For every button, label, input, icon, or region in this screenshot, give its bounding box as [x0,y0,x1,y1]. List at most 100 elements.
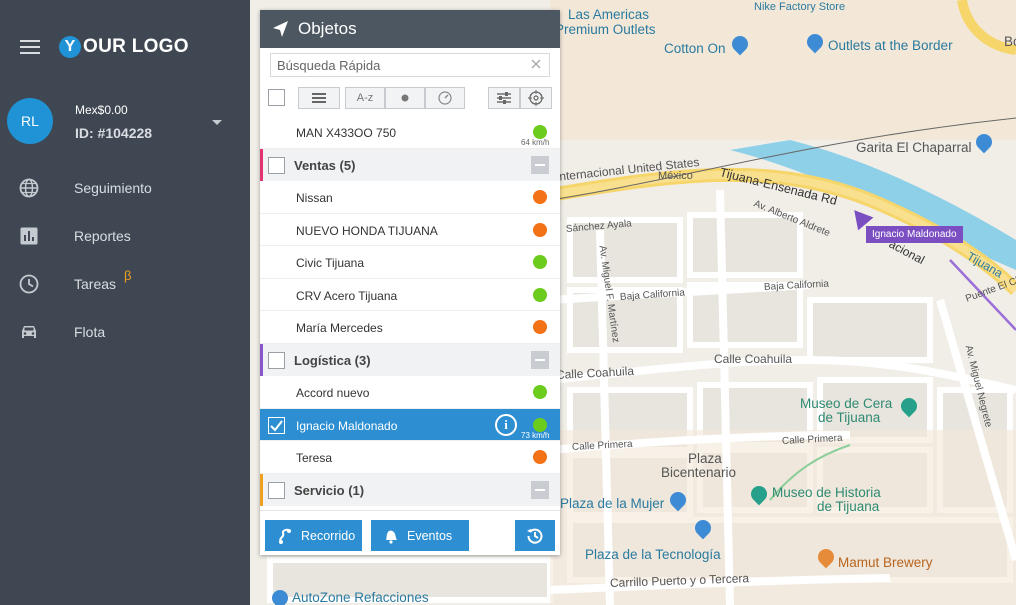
events-button[interactable]: Eventos [371,520,469,551]
poi-label: Bo [1004,34,1016,49]
poi-label[interactable]: Museo de Cera [800,396,892,411]
filter-settings-button[interactable] [488,87,520,109]
status-dot-icon [533,222,547,237]
nav-item-tareas[interactable]: Tareas β [0,264,250,304]
hamburger-menu-icon[interactable] [20,40,40,55]
poi-label[interactable]: Plaza de la Mujer [560,496,664,511]
account-dropdown-caret-icon[interactable] [212,120,222,125]
bell-icon [386,530,397,544]
quick-search-input[interactable] [271,54,521,76]
clock-icon [19,274,39,294]
group-color-bar [260,148,263,181]
sort-alpha-button[interactable]: A-z [345,87,385,109]
list-view-button[interactable] [298,87,340,109]
speedometer-icon [438,91,452,105]
nav-label: Tareas [74,276,117,292]
logo-mark: Y [59,36,81,58]
vehicle-name: NUEVO HONDA TIJUANA [296,223,438,238]
status-dot-icon [533,385,547,399]
select-all-checkbox[interactable] [268,89,285,106]
list-item[interactable]: Nissan [260,181,560,214]
group-checkbox[interactable] [268,156,285,174]
collapse-icon[interactable] [531,480,549,499]
panel-title: Objetos [298,19,357,38]
status-dot-icon [533,417,547,432]
poi-label[interactable]: Premium Outlets [555,22,656,37]
avatar[interactable]: RL [7,98,53,144]
status-filter-button[interactable] [385,87,425,109]
poi-label[interactable]: Outlets at the Border [828,38,953,53]
selected-checkbox[interactable] [268,416,285,434]
sliders-icon [497,92,511,104]
account-id: ID: #104228 [75,125,153,141]
list-lines-icon [312,93,326,103]
poi-label[interactable]: Plaza [688,451,722,466]
logo-text: OUR LOGO [83,36,189,57]
group-checkbox[interactable] [268,351,285,369]
poi-label[interactable]: AutoZone Refacciones [292,590,429,605]
events-label: Eventos [407,528,453,543]
history-icon [527,528,543,544]
collapse-icon[interactable] [531,155,549,174]
bar-chart-icon [20,227,38,245]
vehicle-name: Ignacio Maldonado [296,418,398,433]
list-item[interactable]: CRV Acero Tijuana [260,279,560,311]
objects-list: MAN X433OO 750 64 km/h Ventas (5) Nissan… [260,116,560,506]
group-color-bar [260,343,263,376]
crosshair-icon [528,90,544,106]
clear-search-icon[interactable] [529,57,543,71]
status-dot-icon [401,94,409,102]
list-item[interactable]: Teresa [260,441,560,474]
collapse-icon[interactable] [531,350,549,369]
nav-item-reportes[interactable]: Reportes [0,216,250,256]
nav-label: Seguimiento [74,180,152,196]
poi-label[interactable]: de Tijuana [818,410,880,425]
group-row-logistica[interactable]: Logística (3) [260,343,560,376]
account-balance: Mex$0.00 [75,103,128,117]
group-name: Ventas (5) [294,157,356,173]
group-name: Servicio (1) [294,482,365,498]
info-icon[interactable]: i [495,413,517,436]
route-button[interactable]: Recorrido [265,520,362,551]
sidebar: Y OUR LOGO RL Mex$0.00 ID: #104228 Segui… [0,0,250,605]
poi-label[interactable]: Plaza de la Tecnología [585,547,721,562]
poi-label[interactable]: Mamut Brewery [838,555,933,570]
panel-footer: Recorrido Eventos [260,510,560,555]
status-dot-icon [533,450,547,464]
objects-panel: Objetos A-z MAN X433OO 750 64 km/h [260,10,560,555]
group-row-ventas[interactable]: Ventas (5) [260,148,560,181]
poi-label[interactable]: Cotton On [664,41,726,56]
beta-badge: β [124,268,132,283]
list-item[interactable]: María Mercedes [260,311,560,344]
vehicle-marker-label[interactable]: Ignacio Maldonado [866,226,963,243]
locate-button[interactable] [520,87,552,109]
list-item[interactable]: MAN X433OO 750 64 km/h [260,116,560,149]
speed-filter-button[interactable] [425,87,465,109]
list-item[interactable]: Accord nuevo [260,376,560,409]
vehicle-name: Civic Tijuana [296,256,365,270]
status-dot-icon [533,320,547,334]
poi-label[interactable]: Museo de Historia [772,485,881,500]
nav-item-flota[interactable]: Flota [0,312,250,352]
poi-label[interactable]: Garita El Chaparral [856,140,972,155]
nav-item-seguimiento[interactable]: Seguimiento [0,168,250,208]
list-item[interactable]: NUEVO HONDA TIJUANA [260,214,560,246]
group-name: Logística (3) [294,352,371,368]
list-item[interactable]: Civic Tijuana [260,246,560,279]
history-button[interactable] [515,520,555,551]
list-item-selected[interactable]: Ignacio Maldonado i 73 km/h [260,408,560,441]
nav-label: Flota [74,324,106,340]
panel-header: Objetos [260,10,560,48]
group-row-servicio[interactable]: Servicio (1) [260,473,560,506]
brand-logo: Y OUR LOGO [59,36,189,58]
poi-label[interactable]: Las Americas [568,7,649,22]
status-dot-icon [533,125,547,139]
poi-label[interactable]: Nike Factory Store [754,1,845,13]
status-dot-icon [533,190,547,204]
list-toolbar: A-z [260,84,560,110]
vehicle-name: Nissan [296,191,333,205]
poi-label[interactable]: Bicentenario [661,465,736,480]
poi-label[interactable]: de Tijuana [817,499,879,514]
status-dot-icon [533,255,547,269]
group-checkbox[interactable] [268,481,285,499]
